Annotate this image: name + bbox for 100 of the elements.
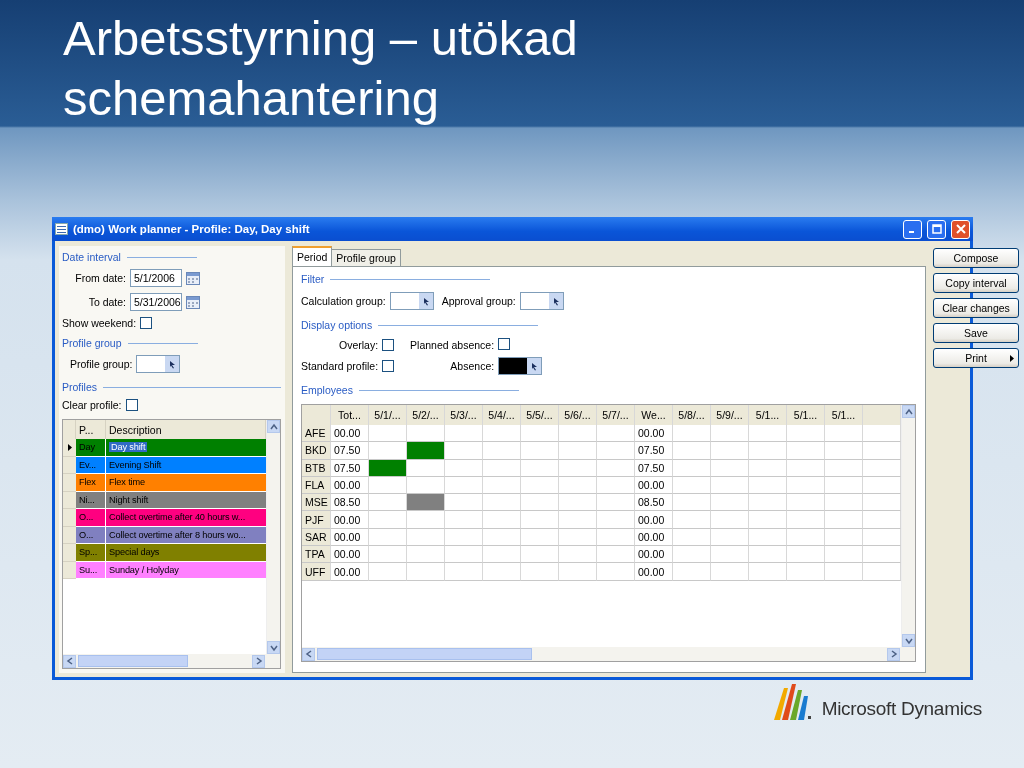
horizontal-scrollbar[interactable] (302, 647, 915, 661)
column-header[interactable]: We... (635, 405, 673, 425)
grid-cell[interactable] (673, 442, 711, 460)
table-cell[interactable]: Day shift (106, 439, 266, 457)
grid-cell[interactable] (445, 459, 483, 477)
grid-cell[interactable] (445, 546, 483, 564)
shift-cell[interactable] (407, 494, 445, 512)
grid-cell[interactable] (749, 546, 787, 564)
grid-cell[interactable] (483, 425, 521, 443)
table-cell[interactable]: Flex (76, 474, 106, 492)
grid-cell[interactable] (749, 528, 787, 547)
grid-cell[interactable] (559, 476, 597, 495)
grid-cell[interactable] (559, 494, 597, 512)
grid-cell[interactable] (407, 528, 445, 547)
checkbox[interactable] (382, 338, 395, 351)
grid-cell[interactable] (787, 511, 825, 529)
action-button[interactable]: Save (933, 323, 1019, 343)
table-cell[interactable]: Day (76, 439, 106, 457)
grid-cell[interactable] (407, 459, 445, 477)
grid-cell[interactable] (825, 511, 863, 529)
grid-cell[interactable] (787, 528, 825, 547)
vertical-scrollbar[interactable] (266, 420, 280, 654)
close-button[interactable] (951, 219, 970, 239)
column-header[interactable]: 5/9/... (711, 405, 749, 425)
grid-cell[interactable] (369, 528, 407, 547)
grid-cell[interactable] (559, 425, 597, 443)
grid-cell[interactable] (559, 459, 597, 477)
grid-cell[interactable] (825, 546, 863, 564)
grid-cell[interactable] (749, 476, 787, 495)
lookup-field[interactable] (389, 292, 434, 310)
column-header[interactable]: 5/5/... (521, 405, 559, 425)
grid-cell[interactable] (597, 494, 635, 512)
grid-cell[interactable] (673, 494, 711, 512)
grid-cell[interactable] (369, 476, 407, 495)
grid-cell[interactable] (483, 511, 521, 529)
grid-cell[interactable] (749, 442, 787, 460)
grid-cell[interactable] (483, 494, 521, 512)
shift-cell[interactable] (407, 442, 445, 460)
grid-cell[interactable] (521, 494, 559, 512)
grid-cell[interactable] (521, 563, 559, 581)
grid-cell[interactable] (787, 425, 825, 443)
grid-cell[interactable] (483, 459, 521, 477)
grid-cell[interactable] (597, 546, 635, 564)
close-icon[interactable] (955, 224, 966, 234)
grid-cell[interactable] (673, 459, 711, 477)
grid-cell[interactable] (559, 442, 597, 460)
grid-cell[interactable] (749, 494, 787, 512)
grid-cell[interactable] (597, 528, 635, 547)
action-button[interactable]: Print (933, 348, 1019, 368)
grid-cell[interactable] (711, 528, 749, 547)
grid-cell[interactable] (521, 442, 559, 460)
vertical-scrollbar[interactable] (901, 405, 915, 647)
action-button[interactable]: Clear changes (933, 298, 1019, 318)
grid-cell[interactable] (445, 563, 483, 581)
grid-cell[interactable] (787, 459, 825, 477)
grid-cell[interactable] (749, 511, 787, 529)
grid-cell[interactable] (597, 511, 635, 529)
row-header[interactable]: TPA (302, 546, 331, 564)
table-cell[interactable]: Sp... (76, 544, 106, 562)
grid-cell[interactable] (711, 546, 749, 564)
column-header[interactable]: 5/1... (825, 405, 863, 425)
grid-cell[interactable] (825, 528, 863, 547)
grid-cell[interactable] (711, 494, 749, 512)
checkbox[interactable] (498, 338, 511, 350)
lookup-field[interactable] (498, 357, 543, 375)
grid-cell[interactable] (711, 442, 749, 460)
table-cell[interactable]: O... (76, 509, 106, 527)
grid-cell[interactable] (787, 442, 825, 460)
action-button[interactable]: Compose (933, 248, 1019, 268)
minimize-button[interactable] (903, 219, 922, 239)
grid-cell[interactable] (559, 511, 597, 529)
calendar-icon[interactable] (186, 295, 200, 309)
grid-cell[interactable] (825, 442, 863, 460)
column-header[interactable]: 5/8/... (673, 405, 711, 425)
grid-cell[interactable] (787, 546, 825, 564)
grid-cell[interactable] (521, 528, 559, 547)
grid-cell[interactable] (597, 425, 635, 443)
grid-cell[interactable] (597, 476, 635, 495)
checkbox[interactable] (140, 317, 153, 329)
scroll-thumb[interactable] (78, 655, 188, 667)
grid-cell[interactable] (749, 425, 787, 443)
grid-cell[interactable] (369, 563, 407, 581)
action-button[interactable]: Copy interval (933, 273, 1019, 293)
row-header[interactable]: PJF (302, 511, 331, 529)
grid-cell[interactable] (711, 476, 749, 495)
lookup-field[interactable] (136, 355, 181, 373)
grid-cell[interactable] (483, 528, 521, 547)
grid-cell[interactable] (445, 476, 483, 495)
grid-cell[interactable] (559, 546, 597, 564)
scroll-thumb[interactable] (317, 648, 532, 660)
grid-cell[interactable] (597, 563, 635, 581)
grid-cell[interactable] (483, 546, 521, 564)
grid-cell[interactable] (445, 425, 483, 443)
grid-cell[interactable] (483, 563, 521, 581)
grid-cell[interactable] (445, 494, 483, 512)
tab[interactable]: Profile group (331, 249, 401, 266)
grid-cell[interactable] (825, 476, 863, 495)
column-header[interactable]: 5/6/... (559, 405, 597, 425)
grid-cell[interactable] (673, 563, 711, 581)
column-header[interactable]: 5/2/... (407, 405, 445, 425)
